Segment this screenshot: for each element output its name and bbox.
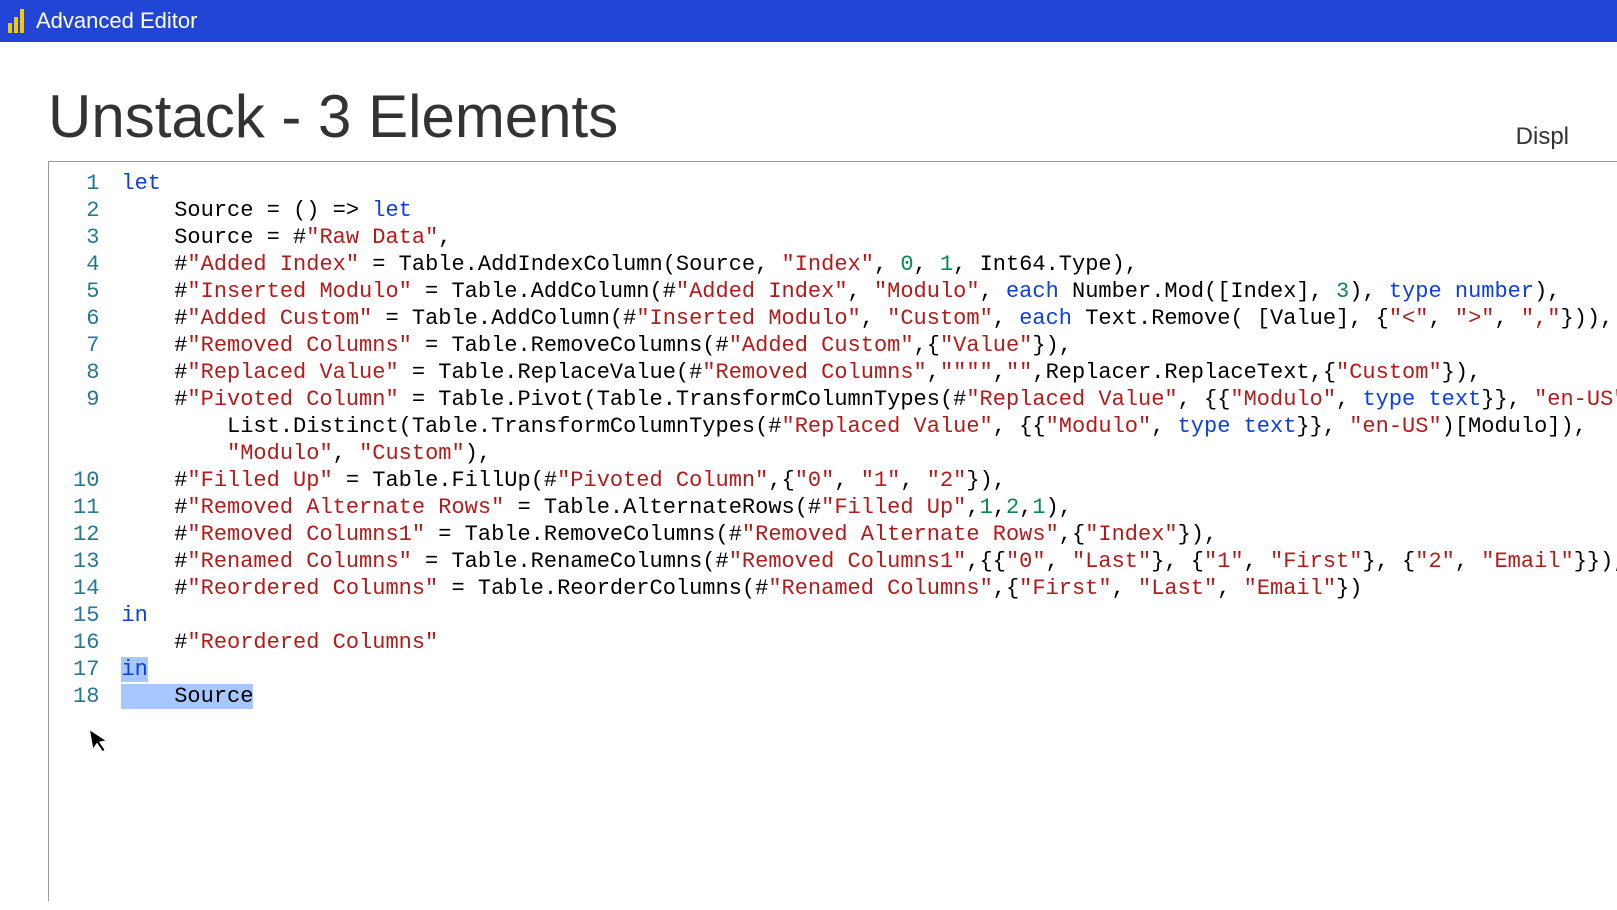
code-line: #"Removed Columns1" = Table.RemoveColumn… [107, 521, 1617, 548]
code-line: #"Removed Columns" = Table.RemoveColumns… [107, 332, 1617, 359]
code-line: #"Reordered Columns" [107, 629, 1617, 656]
line-number: 6 [73, 305, 99, 332]
code-line: Source [107, 683, 1617, 710]
line-number: 9 [73, 386, 99, 413]
display-options-label[interactable]: Displ [1516, 123, 1569, 151]
line-number: 1 [73, 170, 99, 197]
line-number: 7 [73, 332, 99, 359]
line-number: 3 [73, 224, 99, 251]
code-line: #"Removed Alternate Rows" = Table.Altern… [107, 494, 1617, 521]
powerbi-icon [8, 9, 26, 33]
code-editor[interactable]: 1 2 3 4 5 6 7 8 9 10 11 12 13 14 15 16 1… [48, 161, 1617, 901]
line-number: 16 [73, 629, 99, 656]
line-number: 10 [73, 467, 99, 494]
code-line: #"Inserted Modulo" = Table.AddColumn(#"A… [107, 278, 1617, 305]
line-number-gutter: 1 2 3 4 5 6 7 8 9 10 11 12 13 14 15 16 1… [49, 162, 107, 901]
code-line: Source = #"Raw Data", [107, 224, 1617, 251]
line-number: 2 [73, 197, 99, 224]
code-line: #"Filled Up" = Table.FillUp(#"Pivoted Co… [107, 467, 1617, 494]
code-line: in [107, 602, 1617, 629]
code-line: List.Distinct(Table.TransformColumnTypes… [107, 413, 1617, 440]
line-number [73, 440, 99, 467]
line-number: 12 [73, 521, 99, 548]
line-number: 13 [73, 548, 99, 575]
code-line: #"Replaced Value" = Table.ReplaceValue(#… [107, 359, 1617, 386]
query-header: Unstack - 3 Elements Displ [0, 42, 1617, 161]
code-line: in [107, 656, 1617, 683]
line-number: 8 [73, 359, 99, 386]
line-number: 17 [73, 656, 99, 683]
code-line: let [107, 170, 1617, 197]
line-number: 4 [73, 251, 99, 278]
code-line: "Modulo", "Custom"), [107, 440, 1617, 467]
query-name: Unstack - 3 Elements [48, 82, 618, 151]
line-number [73, 413, 99, 440]
line-number: 11 [73, 494, 99, 521]
code-line: #"Renamed Columns" = Table.RenameColumns… [107, 548, 1617, 575]
app-title: Advanced Editor [36, 8, 197, 34]
code-line: Source = () => let [107, 197, 1617, 224]
line-number: 14 [73, 575, 99, 602]
line-number: 5 [73, 278, 99, 305]
code-line: #"Pivoted Column" = Table.Pivot(Table.Tr… [107, 386, 1617, 413]
code-line: #"Added Index" = Table.AddIndexColumn(So… [107, 251, 1617, 278]
line-number: 15 [73, 602, 99, 629]
code-line: #"Reordered Columns" = Table.ReorderColu… [107, 575, 1617, 602]
code-pane[interactable]: let Source = () => let Source = #"Raw Da… [107, 162, 1617, 901]
title-bar: Advanced Editor [0, 0, 1617, 42]
line-number: 18 [73, 683, 99, 710]
code-line: #"Added Custom" = Table.AddColumn(#"Inse… [107, 305, 1617, 332]
